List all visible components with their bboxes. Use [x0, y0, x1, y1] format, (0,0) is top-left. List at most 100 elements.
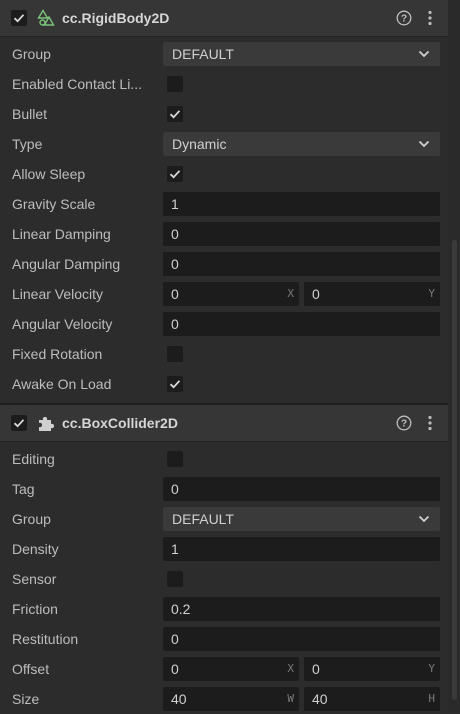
bc-group-row: Group DEFAULT: [0, 504, 448, 534]
bc-friction-input[interactable]: 0.2: [163, 597, 440, 621]
rb-angular-velocity-input[interactable]: 0: [163, 312, 440, 336]
bc-sensor-label: Sensor: [12, 571, 57, 587]
bc-sensor-checkbox[interactable]: [167, 571, 183, 587]
chevron-down-icon: [418, 140, 430, 148]
bc-tag-row: Tag 0: [0, 474, 448, 504]
rb-allow-sleep-label: Allow Sleep: [12, 166, 86, 182]
rb-linear-velocity-x-value: 0: [171, 286, 179, 302]
chevron-down-icon: [418, 515, 430, 523]
bc-editing-label: Editing: [12, 451, 55, 467]
checkmark-icon: [169, 380, 181, 389]
bc-restitution-label: Restitution: [12, 631, 79, 647]
rb-contact-listener-label: Enabled Contact Li...: [12, 76, 142, 92]
rb-type-label: Type: [12, 136, 43, 152]
rb-contact-listener-checkbox[interactable]: [167, 76, 183, 92]
bc-density-row: Density 1: [0, 534, 448, 564]
rb-awake-on-load-row: Awake On Load: [0, 369, 448, 399]
rb-angular-damping-row: Angular Damping 0: [0, 249, 448, 279]
bc-sensor-row: Sensor: [0, 564, 448, 594]
y-axis-label: Y: [428, 662, 435, 675]
rb-bullet-row: Bullet: [0, 99, 448, 129]
rigidbody-icon: [37, 9, 55, 26]
rb-linear-damping-row: Linear Damping 0: [0, 219, 448, 249]
rb-angular-damping-label: Angular Damping: [12, 256, 121, 272]
rigidbody-enabled-checkbox[interactable]: [11, 10, 27, 26]
bc-size-h-input[interactable]: 40 H: [304, 687, 440, 711]
rb-type-row: Type Dynamic: [0, 129, 448, 159]
bc-density-label: Density: [12, 541, 59, 557]
bc-offset-label: Offset: [12, 661, 50, 677]
chevron-down-icon: [418, 50, 430, 58]
y-axis-label: Y: [428, 287, 435, 300]
help-icon[interactable]: ?: [396, 415, 412, 431]
rb-allow-sleep-row: Allow Sleep: [0, 159, 448, 189]
bc-size-h-value: 40: [312, 691, 328, 707]
checkmark-icon: [13, 419, 25, 428]
bc-density-input[interactable]: 1: [163, 537, 440, 561]
bc-editing-row: Editing: [0, 444, 448, 474]
bc-tag-label: Tag: [12, 481, 35, 497]
rb-linear-velocity-row: Linear Velocity 0 X 0 Y: [0, 279, 448, 309]
rb-fixed-rotation-checkbox[interactable]: [167, 346, 183, 362]
bc-offset-row: Offset 0 X 0 Y: [0, 654, 448, 684]
bc-offset-y-value: 0: [312, 661, 320, 677]
boxcollider-title: cc.BoxCollider2D: [62, 415, 178, 431]
checkmark-icon: [169, 170, 181, 179]
x-axis-label: X: [287, 287, 294, 300]
rb-linear-velocity-label: Linear Velocity: [12, 286, 104, 302]
rb-fixed-rotation-label: Fixed Rotation: [12, 346, 103, 362]
rb-bullet-label: Bullet: [12, 106, 48, 122]
bc-group-label: Group: [12, 511, 51, 527]
boxcollider-enabled-checkbox[interactable]: [11, 415, 27, 431]
bc-tag-input[interactable]: 0: [163, 477, 440, 501]
rb-group-select[interactable]: DEFAULT: [163, 42, 440, 66]
rb-awake-on-load-checkbox[interactable]: [167, 376, 183, 392]
bc-group-value: DEFAULT: [172, 511, 234, 527]
puzzle-piece-icon: [39, 416, 55, 431]
rb-linear-damping-input[interactable]: 0: [163, 222, 440, 246]
bc-offset-x-value: 0: [171, 661, 179, 677]
rb-type-select[interactable]: Dynamic: [163, 132, 440, 156]
rb-linear-damping-label: Linear Damping: [12, 226, 111, 242]
bc-restitution-input[interactable]: 0: [163, 627, 440, 651]
bc-editing-checkbox[interactable]: [167, 451, 183, 467]
rb-angular-velocity-row: Angular Velocity 0: [0, 309, 448, 339]
rigidbody-header[interactable]: cc.RigidBody2D ?: [0, 0, 448, 37]
bc-friction-row: Friction 0.2: [0, 594, 448, 624]
rb-group-value: DEFAULT: [172, 46, 234, 62]
rb-angular-velocity-label: Angular Velocity: [12, 316, 113, 332]
rb-linear-velocity-x-input[interactable]: 0 X: [163, 282, 299, 306]
bc-offset-x-input[interactable]: 0 X: [163, 657, 299, 681]
svg-text:?: ?: [401, 419, 407, 430]
svg-text:?: ?: [401, 14, 407, 25]
rb-gravity-scale-label: Gravity Scale: [12, 196, 96, 212]
bc-offset-y-input[interactable]: 0 Y: [304, 657, 440, 681]
bc-friction-label: Friction: [12, 601, 58, 617]
rb-gravity-scale-input[interactable]: 1: [163, 192, 440, 216]
bc-group-select[interactable]: DEFAULT: [163, 507, 440, 531]
inspector-panel: cc.RigidBody2D ? Group DEFAULT Enabled C…: [0, 0, 448, 714]
bc-size-w-input[interactable]: 40 W: [163, 687, 299, 711]
rb-group-row: Group DEFAULT: [0, 39, 448, 69]
rb-type-value: Dynamic: [172, 136, 227, 152]
boxcollider-header[interactable]: cc.BoxCollider2D ?: [0, 403, 448, 442]
bc-size-label: Size: [12, 691, 40, 707]
checkmark-icon: [13, 14, 25, 23]
scrollbar-thumb[interactable]: [452, 240, 457, 700]
rb-allow-sleep-checkbox[interactable]: [167, 166, 183, 182]
rb-contact-listener-row: Enabled Contact Li...: [0, 69, 448, 99]
bc-size-w-value: 40: [171, 691, 187, 707]
bc-restitution-row: Restitution 0: [0, 624, 448, 654]
h-axis-label: H: [428, 692, 435, 705]
rb-awake-on-load-label: Awake On Load: [12, 376, 112, 392]
checkmark-icon: [169, 110, 181, 119]
rb-bullet-checkbox[interactable]: [167, 106, 183, 122]
rb-linear-velocity-y-input[interactable]: 0 Y: [304, 282, 440, 306]
more-vertical-icon[interactable]: [425, 10, 435, 26]
rb-angular-damping-input[interactable]: 0: [163, 252, 440, 276]
rb-group-label: Group: [12, 46, 51, 62]
bc-size-row: Size 40 W 40 H: [0, 684, 448, 714]
help-icon[interactable]: ?: [396, 10, 412, 26]
rb-fixed-rotation-row: Fixed Rotation: [0, 339, 448, 369]
more-vertical-icon[interactable]: [425, 415, 435, 431]
